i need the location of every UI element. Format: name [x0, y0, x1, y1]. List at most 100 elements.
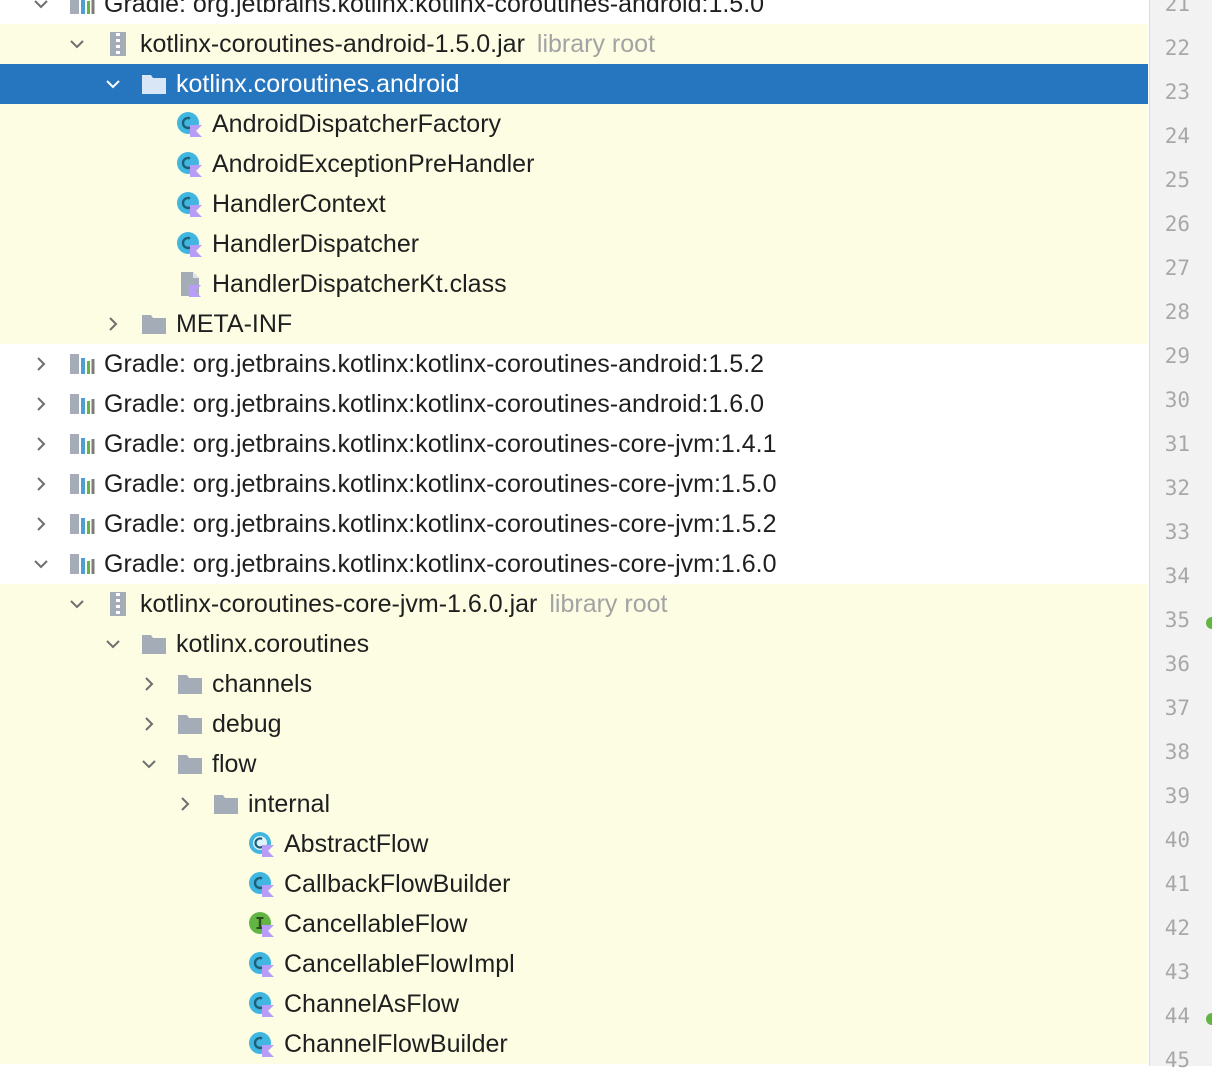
tree-row[interactable]: Gradle: org.jetbrains.kotlinx:kotlinx-co… [0, 384, 1148, 424]
tree-row[interactable]: AbstractFlow [0, 824, 1148, 864]
package-folder-icon [175, 704, 205, 744]
tree-row[interactable]: Gradle: org.jetbrains.kotlinx:kotlinx-co… [0, 544, 1148, 584]
tree-row-label: internal [248, 784, 330, 824]
library-icon [67, 504, 97, 544]
kotlin-class-icon [175, 184, 205, 224]
chevron-down-icon[interactable] [100, 624, 126, 664]
tree-row-label: HandlerDispatcherKt.class [212, 264, 507, 304]
line-number: 44 [1164, 1004, 1190, 1028]
line-number: 35 [1164, 608, 1190, 632]
chevron-right-icon[interactable] [136, 704, 162, 744]
tree-row[interactable]: internal [0, 784, 1148, 824]
chevron-down-icon[interactable] [28, 544, 54, 584]
tree-row[interactable]: Gradle: org.jetbrains.kotlinx:kotlinx-co… [0, 424, 1148, 464]
tree-row-text: kotlinx-coroutines-core-jvm-1.6.0.jar [140, 590, 538, 618]
tree-row-label: HandlerDispatcher [212, 224, 419, 264]
tree-row[interactable]: Gradle: org.jetbrains.kotlinx:kotlinx-co… [0, 0, 1148, 24]
tree-row[interactable]: channels [0, 664, 1148, 704]
tree-row-label: Gradle: org.jetbrains.kotlinx:kotlinx-co… [104, 384, 764, 424]
chevron-right-icon[interactable] [28, 504, 54, 544]
tree-row[interactable]: ChannelFlowBuilder [0, 1024, 1148, 1064]
chevron-right-icon[interactable] [28, 424, 54, 464]
chevron-right-icon[interactable] [136, 664, 162, 704]
tree-row[interactable]: CallbackFlowBuilder [0, 864, 1148, 904]
tree-row-text: debug [212, 710, 282, 738]
line-number: 31 [1164, 432, 1190, 456]
tree-row[interactable]: AndroidDispatcherFactory [0, 104, 1148, 144]
line-number: 24 [1164, 124, 1190, 148]
tree-row[interactable]: CancellableFlow [0, 904, 1148, 944]
tree-row-label: kotlinx.coroutines [176, 624, 369, 664]
tree-row-label: channels [212, 664, 312, 704]
chevron-right-icon[interactable] [28, 384, 54, 424]
chevron-down-icon[interactable] [28, 0, 54, 24]
line-number: 25 [1164, 168, 1190, 192]
change-marker-icon[interactable] [1206, 1013, 1212, 1025]
tree-row-label: ChannelFlowBuilder [284, 1024, 508, 1064]
kotlin-abstract-class-icon [247, 824, 277, 864]
tree-row-label: ChannelAsFlow [284, 984, 459, 1024]
tree-row[interactable]: kotlinx-coroutines-android-1.5.0.jar libr… [0, 24, 1148, 64]
tree-row[interactable]: CancellableFlowImpl [0, 944, 1148, 984]
chevron-right-icon[interactable] [28, 464, 54, 504]
tree-row-label: CancellableFlowImpl [284, 944, 515, 984]
chevron-right-icon[interactable] [28, 344, 54, 384]
tree-row[interactable]: Gradle: org.jetbrains.kotlinx:kotlinx-co… [0, 504, 1148, 544]
tree-row[interactable]: kotlinx.coroutines [0, 624, 1148, 664]
tree-row-text: HandlerDispatcherKt.class [212, 270, 507, 298]
tree-row-text: Gradle: org.jetbrains.kotlinx:kotlinx-co… [104, 510, 777, 538]
package-folder-icon [175, 664, 205, 704]
tree-row[interactable]: kotlinx.coroutines.android [0, 64, 1148, 104]
tree-row[interactable]: kotlinx-coroutines-core-jvm-1.6.0.jar lib… [0, 584, 1148, 624]
tree-row[interactable]: ChannelAsFlow [0, 984, 1148, 1024]
tree-row[interactable]: flow [0, 744, 1148, 784]
tree-row-text: HandlerContext [212, 190, 386, 218]
line-number: 26 [1164, 212, 1190, 236]
tree-row-label: Gradle: org.jetbrains.kotlinx:kotlinx-co… [104, 464, 777, 504]
kotlin-class-icon [175, 144, 205, 184]
tree-row-text: Gradle: org.jetbrains.kotlinx:kotlinx-co… [104, 350, 765, 378]
tree-row[interactable]: HandlerDispatcher [0, 224, 1148, 264]
project-tree: Gradle: org.jetbrains.kotlinx:kotlinx-co… [0, 0, 1148, 1064]
tree-row-text: Gradle: org.jetbrains.kotlinx:kotlinx-co… [104, 0, 765, 18]
chevron-right-icon[interactable] [172, 784, 198, 824]
tree-row-label: Gradle: org.jetbrains.kotlinx:kotlinx-co… [104, 544, 777, 584]
tree-row-label: CallbackFlowBuilder [284, 864, 510, 904]
change-marker-icon[interactable] [1206, 617, 1212, 629]
chevron-right-icon[interactable] [100, 304, 126, 344]
tree-row-text: Gradle: org.jetbrains.kotlinx:kotlinx-co… [104, 550, 777, 578]
tree-row-label: kotlinx-coroutines-android-1.5.0.jar libr… [140, 24, 655, 64]
library-root-hint: library root [549, 590, 668, 618]
line-number: 34 [1164, 564, 1190, 588]
tree-row-label: AndroidDispatcherFactory [212, 104, 501, 144]
library-root-hint: library root [536, 30, 656, 58]
tree-row-text: HandlerDispatcher [212, 230, 420, 258]
tree-row[interactable]: HandlerDispatcherKt.class [0, 264, 1148, 304]
chevron-down-icon[interactable] [64, 584, 90, 624]
tree-row[interactable]: HandlerContext [0, 184, 1148, 224]
tree-row-label: flow [212, 744, 256, 784]
line-number: 21 [1164, 0, 1190, 16]
tree-row[interactable]: Gradle: org.jetbrains.kotlinx:kotlinx-co… [0, 464, 1148, 504]
line-number: 30 [1164, 388, 1190, 412]
tree-row-label: kotlinx-coroutines-core-jvm-1.6.0.jar lib… [140, 584, 667, 624]
tree-row-text: Gradle: org.jetbrains.kotlinx:kotlinx-co… [104, 470, 777, 498]
tree-row[interactable]: debug [0, 704, 1148, 744]
tree-row[interactable]: META-INF [0, 304, 1148, 344]
line-number: 43 [1164, 960, 1190, 984]
chevron-down-icon[interactable] [100, 64, 126, 104]
line-number: 38 [1164, 740, 1190, 764]
editor-gutter: 21 22 23 24 25 26 27 28 29 30 31 32 33 34 35 36 37 38 39 40… [1149, 0, 1212, 1072]
chevron-down-icon[interactable] [64, 24, 90, 64]
tree-row-label: Gradle: org.jetbrains.kotlinx:kotlinx-co… [104, 504, 777, 544]
jar-icon [103, 24, 133, 64]
tree-row-text: AbstractFlow [284, 830, 429, 858]
line-number: 42 [1164, 916, 1190, 940]
tree-row-text: kotlinx.coroutines.android [176, 70, 460, 98]
kotlin-interface-icon [247, 904, 277, 944]
tree-row[interactable]: Gradle: org.jetbrains.kotlinx:kotlinx-co… [0, 344, 1148, 384]
chevron-down-icon[interactable] [136, 744, 162, 784]
line-number: 22 [1164, 36, 1190, 60]
tree-row-label: Gradle: org.jetbrains.kotlinx:kotlinx-co… [104, 424, 777, 464]
tree-row[interactable]: AndroidExceptionPreHandler [0, 144, 1148, 184]
